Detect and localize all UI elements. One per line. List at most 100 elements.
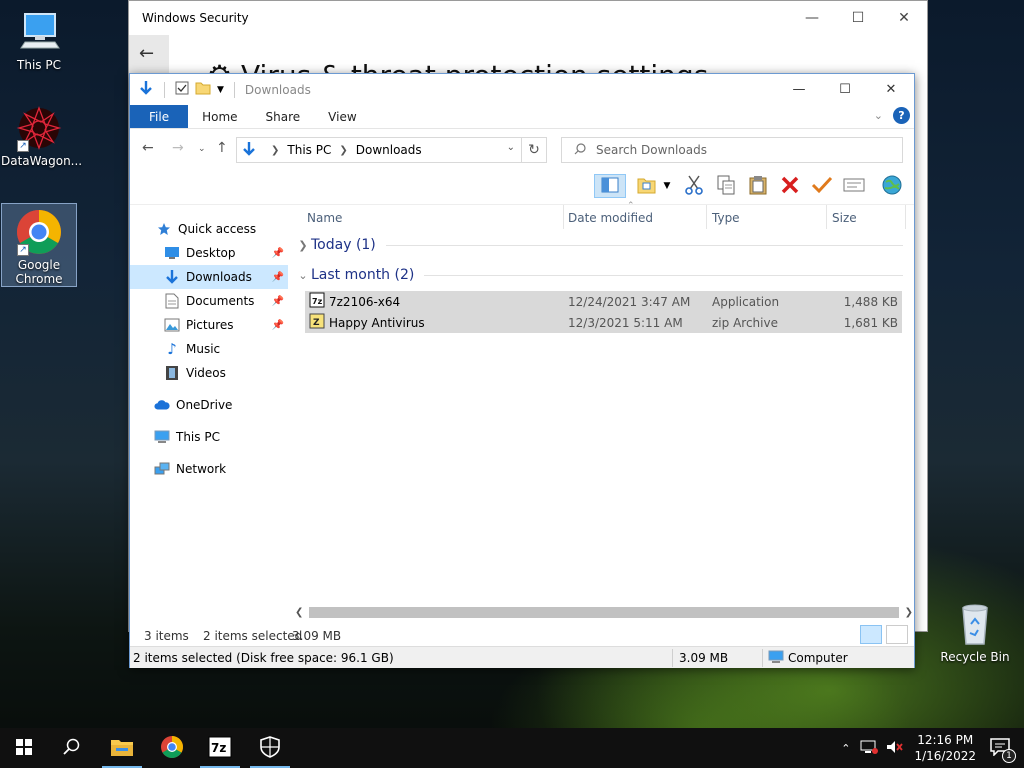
nav-pictures[interactable]: Pictures 📌 [130,313,288,337]
column-header-date-modified[interactable]: Date modified [568,211,653,225]
start-button[interactable] [0,728,48,768]
computer-icon [154,429,170,445]
pin-icon[interactable]: 📌 [272,320,284,331]
refresh-button[interactable]: ↻ [521,137,547,163]
chevron-down-icon: ⌄ [298,268,308,282]
file-explorer-window[interactable]: ▼ Downloads — ☐ ✕ File Home Share View ⌄… [129,73,915,668]
copy-button[interactable] [713,174,739,198]
search-icon [574,142,586,158]
address-bar[interactable]: ❯ This PC ❯ Downloads ⌄ [236,137,522,163]
table-row[interactable]: 7z 7z2106-x64 12/24/2021 3:47 AM Applica… [305,291,902,312]
nav-videos[interactable]: Videos [130,361,288,385]
delete-button[interactable] [777,174,803,198]
copy-icon [717,175,735,198]
taskbar-7zip[interactable]: 7z [196,728,244,768]
title-bar[interactable]: ▼ Downloads — ☐ ✕ [130,74,914,105]
download-arrow-icon [241,141,257,160]
tab-view[interactable]: View [314,105,370,128]
new-item-dropdown-chevron-icon[interactable]: ▼ [660,174,674,198]
large-icons-view-button[interactable] [886,625,908,644]
desktop-icon-label: This PC [17,58,61,72]
address-dropdown-chevron-icon[interactable]: ⌄ [507,142,515,153]
nav-network[interactable]: Network [130,457,288,481]
tab-file[interactable]: File [130,105,189,128]
nav-downloads[interactable]: Downloads 📌 [130,265,288,289]
column-header-type[interactable]: Type [712,211,740,225]
pin-icon[interactable]: 📌 [272,272,284,283]
back-arrow-icon[interactable]: ← [139,43,154,64]
cut-button[interactable] [681,174,707,198]
breadcrumb-downloads[interactable]: Downloads [356,143,422,157]
nav-onedrive[interactable]: OneDrive [130,393,288,417]
search-input[interactable] [596,143,886,157]
details-status-bar: 2 items selected (Disk free space: 96.1 … [130,646,914,668]
desktop-icon-datawagon[interactable]: ↗ DataWagon... [1,104,82,174]
picture-icon [164,317,180,333]
scroll-left-arrow-icon[interactable]: ❮ [295,605,303,621]
column-header-size[interactable]: Size [832,211,857,225]
column-header-name[interactable]: Name [307,211,342,225]
nav-item-label: Downloads [186,270,252,284]
desktop-icon-google-chrome[interactable]: ↗ Google Chrome [1,203,77,287]
action-center-button[interactable]: 1 [990,737,1016,763]
maximize-button[interactable]: ☐ [835,1,881,35]
horizontal-scrollbar[interactable]: ❮ ❯ [293,605,915,621]
nav-this-pc[interactable]: This PC [130,425,288,449]
properties-icon[interactable] [175,81,189,98]
maximize-button[interactable]: ☐ [822,74,868,105]
nav-item-label: Quick access [178,222,257,236]
breadcrumb-this-pc[interactable]: This PC [287,143,331,157]
details-view-button[interactable] [860,625,882,644]
scrollbar-thumb[interactable] [309,607,899,618]
search-box[interactable] [561,137,903,163]
scroll-right-arrow-icon[interactable]: ❯ [905,605,913,621]
volume-muted-icon[interactable] [886,740,904,757]
select-button[interactable] [809,174,835,198]
recent-locations-chevron-icon[interactable]: ⌄ [198,144,206,154]
new-folder-icon[interactable] [195,81,211,98]
search-button[interactable] [48,728,96,768]
rename-button[interactable] [841,174,867,198]
customize-quick-access-icon[interactable]: ▼ [217,85,224,95]
new-item-button[interactable] [634,174,660,198]
svg-text:7z: 7z [312,297,323,306]
close-button[interactable]: ✕ [868,74,914,105]
help-icon[interactable]: ? [893,107,910,124]
pin-icon[interactable]: 📌 [272,248,284,259]
shortcut-arrow-icon: ↗ [17,140,29,152]
minimize-button[interactable]: — [776,74,822,105]
network-globe-button[interactable] [879,174,905,198]
pin-icon[interactable]: 📌 [272,296,284,307]
up-arrow-icon[interactable]: ↑ [216,140,228,156]
group-header-today[interactable]: ❯ Today (1) [295,233,907,257]
tab-home[interactable]: Home [188,105,251,128]
ribbon-tabs: File Home Share View ⌄ ? [130,105,914,129]
close-button[interactable]: ✕ [881,1,927,35]
paste-button[interactable] [745,174,771,198]
tab-share[interactable]: Share [252,105,315,128]
taskbar-windows-security[interactable] [246,728,294,768]
column-headers: Name Date modified ⌃ Type Size [295,201,907,229]
group-header-last-month[interactable]: ⌄ Last month (2) [295,263,907,287]
nav-quick-access[interactable]: Quick access [130,217,288,241]
desktop-icon-this-pc[interactable]: This PC [1,8,77,74]
datawagon-app-icon: ↗ [15,104,63,152]
taskbar-chrome[interactable] [148,728,196,768]
table-row[interactable]: Z Happy Antivirus 12/3/2021 5:11 AM zip … [305,312,902,333]
checkmark-icon [811,176,833,197]
computer-icon [15,8,63,56]
forward-arrow-icon[interactable]: → [172,140,184,156]
minimize-button[interactable]: — [789,1,835,35]
network-status-icon[interactable] [860,740,879,757]
expand-ribbon-chevron-icon[interactable]: ⌄ [874,109,883,122]
nav-music[interactable]: ♪ Music [130,337,288,361]
taskbar-clock[interactable]: 12:16 PM 1/16/2022 [914,732,976,764]
show-hidden-icons-chevron-icon[interactable]: ⌃ [841,742,850,755]
desktop-icon-recycle-bin[interactable]: Recycle Bin [937,600,1013,670]
nav-documents[interactable]: Documents 📌 [130,289,288,313]
nav-desktop[interactable]: Desktop 📌 [130,241,288,265]
taskbar-file-explorer[interactable] [98,728,146,768]
navigation-pane: Quick access Desktop 📌 Downloads 📌 Docum… [130,205,288,605]
back-arrow-icon[interactable]: ← [142,140,154,156]
preview-pane-button[interactable] [594,174,626,198]
